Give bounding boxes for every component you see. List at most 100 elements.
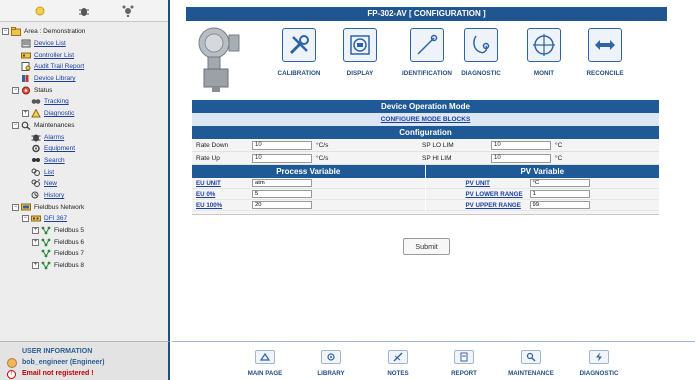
eu-unit-row: EU UNIT atm <box>192 178 425 189</box>
eu-0-link[interactable]: EU 0% <box>192 191 252 198</box>
eu-unit-link[interactable]: EU UNIT <box>192 180 252 187</box>
tree-node[interactable]: − DFI 367 <box>2 213 168 225</box>
tool-calibration-button[interactable]: CALIBRATION <box>264 28 334 77</box>
tree-node[interactable]: Fieldbus 7 <box>2 248 168 260</box>
sidebar: − Area : Demonstration Device List Controll… <box>0 0 170 341</box>
nav-maintenance-button[interactable]: MAINTENANCE <box>496 350 566 377</box>
nav-main-page-button[interactable]: MAIN PAGE <box>230 350 300 377</box>
rate-up-unit: °C/s <box>316 154 329 162</box>
collapse-toggle-icon[interactable]: − <box>2 28 9 36</box>
home-icon[interactable] <box>33 4 47 18</box>
nav-report-button[interactable]: REPORT <box>429 350 499 377</box>
rate-up-input[interactable]: 10 <box>252 153 312 163</box>
config-row: Rate Up 10 °C/s SP HI LIM 10 °C <box>192 152 659 165</box>
pv-upper-range-input[interactable]: 99 <box>529 201 590 209</box>
tree-node[interactable]: − Fieldbus Network <box>2 201 168 213</box>
navigation-tree: − Area : Demonstration Device List Controll… <box>0 22 168 271</box>
sp-hi-lim-input[interactable]: 10 <box>491 153 551 163</box>
tree-node[interactable]: Device List <box>2 38 168 50</box>
list-icon <box>31 168 41 177</box>
tree-node[interactable]: + Fieldbus 6 <box>2 236 168 248</box>
tree-node[interactable]: + Fieldbus 5 <box>2 225 168 237</box>
nav-notes-button[interactable]: NOTES <box>363 350 433 377</box>
expand-toggle-icon[interactable]: + <box>32 262 39 270</box>
fieldbus-icon <box>41 238 51 247</box>
rate-down-input[interactable]: 10 <box>252 140 312 150</box>
nav-label: DIAGNOSTIC <box>579 370 619 377</box>
bug-icon[interactable] <box>77 4 91 18</box>
expand-toggle-icon[interactable]: + <box>22 110 29 118</box>
tool-display-button[interactable]: DISPLAY <box>325 28 395 77</box>
tree-node[interactable]: New <box>2 178 168 190</box>
tree-node[interactable]: − Status <box>2 84 168 96</box>
tree-node-label[interactable]: Diagnostic <box>44 110 74 117</box>
pv-lower-range-input[interactable]: 1 <box>529 190 590 198</box>
tree-node-label[interactable]: DFI 367 <box>44 215 67 222</box>
tree-node[interactable]: Alarms <box>2 131 168 143</box>
pv-lower-range-link[interactable]: PV LOWER RANGE <box>462 191 530 198</box>
collapse-toggle-icon[interactable]: − <box>12 203 19 211</box>
sp-lo-lim-input[interactable]: 10 <box>491 140 551 150</box>
user-information-panel: USER INFORMATION bob_engineer (Engineer)… <box>0 341 170 380</box>
tree-node[interactable]: + Fieldbus 8 <box>2 260 168 272</box>
tree-node[interactable]: List <box>2 166 168 178</box>
nav-library-button[interactable]: LIBRARY <box>296 350 366 377</box>
tracking-icon <box>31 97 41 106</box>
eu-unit-input[interactable]: atm <box>252 179 312 187</box>
nav-label: MAINTENANCE <box>508 370 554 377</box>
expand-toggle-icon[interactable]: + <box>32 238 39 246</box>
pv-unit-input[interactable]: °C <box>529 179 590 187</box>
tree-node-label[interactable]: Device Library <box>34 75 76 82</box>
tool-label: RECONCILE <box>586 70 624 77</box>
tree-node-label[interactable]: Search <box>44 157 65 164</box>
tree-node[interactable]: Audit Trail Report <box>2 61 168 73</box>
expand-toggle-icon[interactable]: + <box>32 227 39 235</box>
collapse-toggle-icon[interactable]: − <box>22 215 29 223</box>
tree-node[interactable]: − Maintenances <box>2 120 168 132</box>
report-icon <box>454 350 474 364</box>
tree-node-label[interactable]: Alarms <box>44 134 64 141</box>
reconcile-icon <box>588 28 622 62</box>
nav-label: REPORT <box>451 370 477 377</box>
diagnostic-icon <box>31 109 41 118</box>
submit-button[interactable]: Submit <box>403 238 450 255</box>
tree-node[interactable]: − Area : Demonstration <box>2 26 168 38</box>
equipment-icon <box>31 144 41 153</box>
network-tools-icon[interactable] <box>121 4 135 18</box>
tree-node-label[interactable]: Tracking <box>44 98 69 105</box>
tree-node[interactable]: Controller List <box>2 49 168 61</box>
configure-mode-blocks-link[interactable]: CONFIGURE MODE BLOCKS <box>381 116 471 123</box>
tree-node[interactable]: Equipment <box>2 143 168 155</box>
eu-100-input[interactable]: 20 <box>252 201 312 209</box>
tree-node[interactable]: Search <box>2 155 168 167</box>
eu-0-input[interactable]: 5 <box>252 190 312 198</box>
tool-monit-button[interactable]: MONIT <box>509 28 579 77</box>
pv-unit-link[interactable]: PV UNIT <box>462 180 530 187</box>
tree-node-label[interactable]: Controller List <box>34 52 74 59</box>
tree-node-label[interactable]: Equipment <box>44 145 75 152</box>
pv-upper-range-link[interactable]: PV UPPER RANGE <box>462 202 530 209</box>
pv-upper-row: PV UPPER RANGE 99 <box>425 200 659 211</box>
tree-node[interactable]: + Diagnostic <box>2 108 168 120</box>
tree-node-label[interactable]: History <box>44 192 64 199</box>
nav-label: NOTES <box>387 370 409 377</box>
rate-up-label: Rate Up <box>196 154 220 162</box>
eu-100-link[interactable]: EU 100% <box>192 202 252 209</box>
fieldbus-icon <box>41 249 51 258</box>
user-name: bob_engineer (Engineer) <box>22 359 105 366</box>
tree-node[interactable]: Device Library <box>2 73 168 85</box>
tree-node[interactable]: History <box>2 190 168 202</box>
tree-node[interactable]: Tracking <box>2 96 168 108</box>
tree-node-label[interactable]: Device List <box>34 40 66 47</box>
fieldbus-icon <box>41 261 51 270</box>
tree-node-label[interactable]: Audit Trail Report <box>34 63 84 70</box>
controller-list-icon <box>21 51 31 60</box>
tool-reconcile-button[interactable]: RECONCILE <box>570 28 640 77</box>
tree-node-label[interactable]: New <box>44 180 57 187</box>
tool-diagnostic-button[interactable]: DIAGNOSTIC <box>446 28 516 77</box>
tree-node-label[interactable]: List <box>44 169 54 176</box>
collapse-toggle-icon[interactable]: − <box>12 121 19 129</box>
email-warning[interactable]: Email not registered ! <box>22 370 94 377</box>
nav-diagnostic-button[interactable]: DIAGNOSTIC <box>564 350 634 377</box>
collapse-toggle-icon[interactable]: − <box>12 86 19 94</box>
